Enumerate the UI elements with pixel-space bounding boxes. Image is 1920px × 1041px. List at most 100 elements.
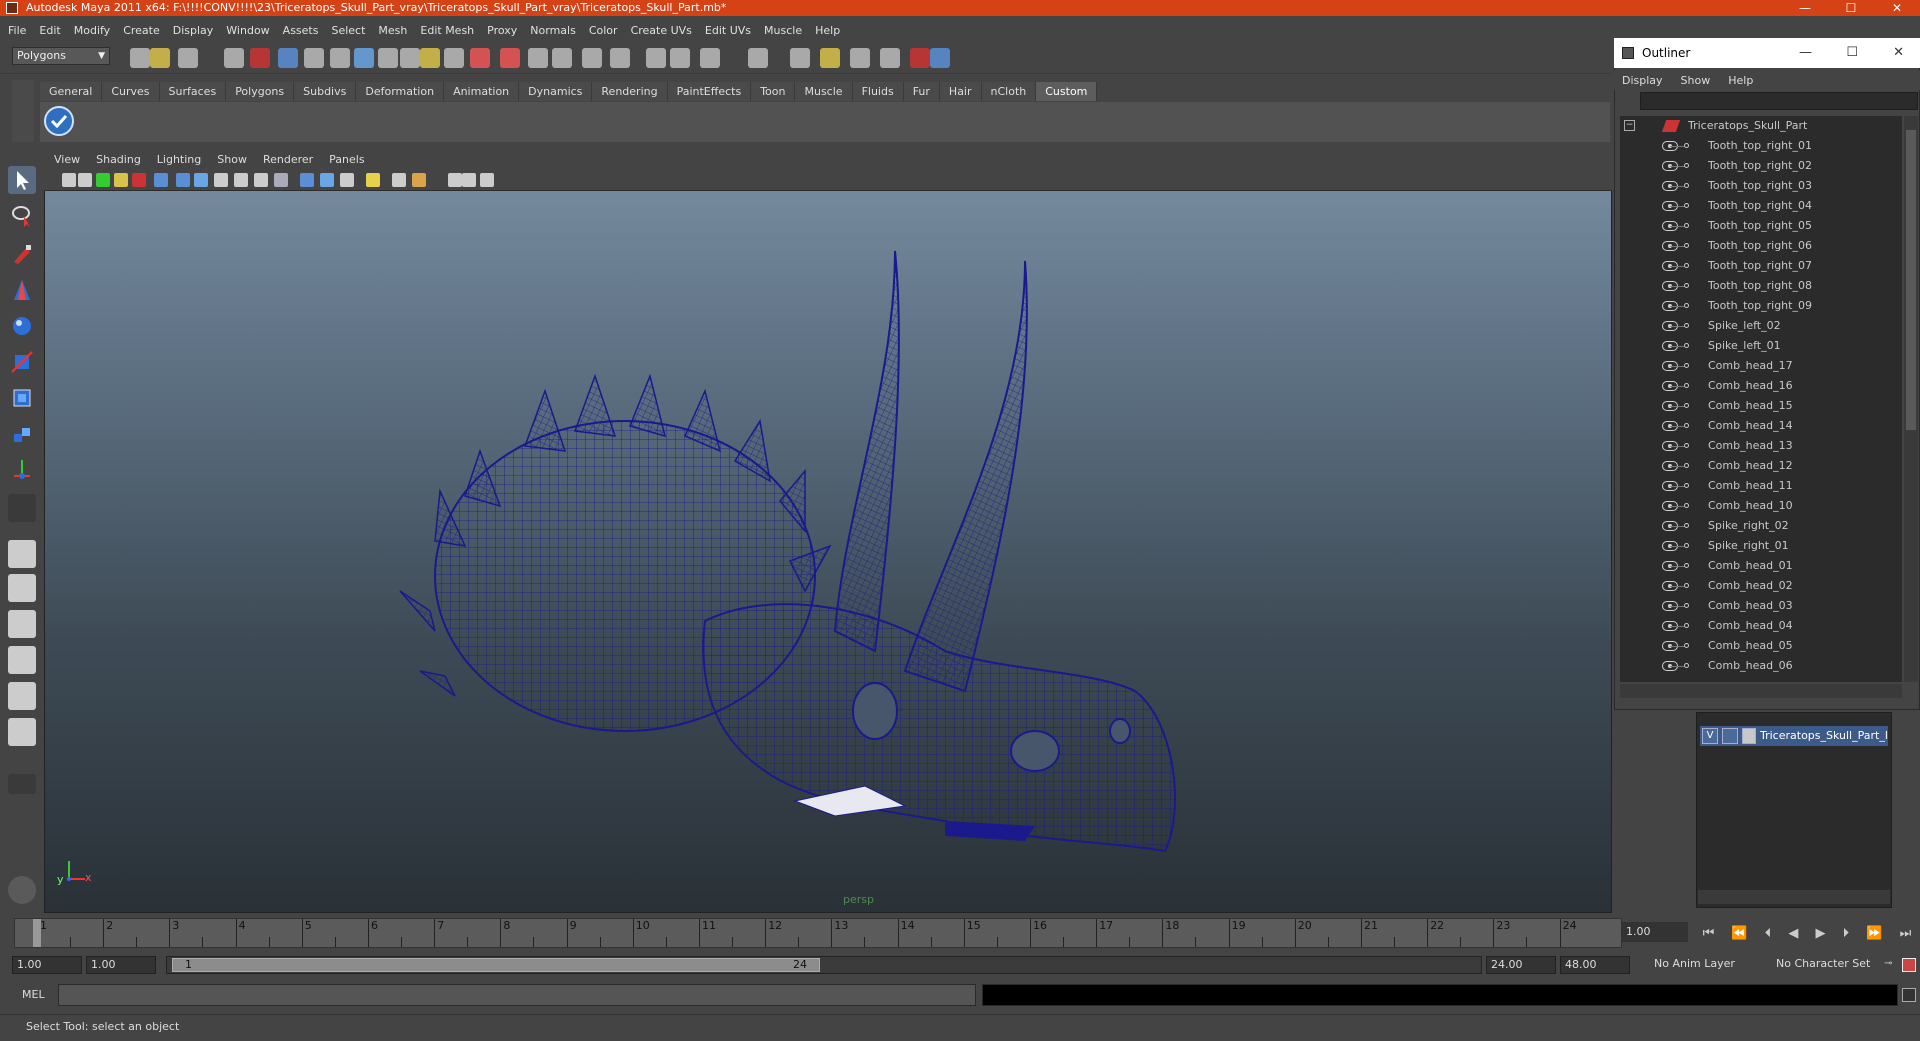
outliner-item[interactable]: Tooth_top_right_07 xyxy=(1620,256,1902,276)
status-line-tool-icon[interactable] xyxy=(250,48,270,68)
tab-ncloth[interactable]: nCloth xyxy=(981,82,1037,101)
panel-tool-icon[interactable] xyxy=(132,173,146,187)
outliner-item[interactable]: Tooth_top_right_05 xyxy=(1620,216,1902,236)
scale-tool-icon[interactable] xyxy=(8,384,36,412)
current-time-marker[interactable] xyxy=(33,919,41,947)
outliner-maximize-button[interactable]: ☐ xyxy=(1846,38,1858,68)
rotate-tool-icon[interactable] xyxy=(8,348,36,376)
anim-layer-dropdown[interactable]: No Anim Layer xyxy=(1650,956,1754,974)
tab-dynamics[interactable]: Dynamics xyxy=(519,82,593,101)
menu-help[interactable]: Help xyxy=(815,24,840,37)
menu-assets[interactable]: Assets xyxy=(283,24,319,37)
step-back-frame-icon[interactable]: ⏴ xyxy=(1765,926,1772,941)
end-time-field[interactable]: 48.00 xyxy=(1560,956,1630,974)
panel-tool-icon[interactable] xyxy=(462,173,476,187)
play-forward-icon[interactable]: ▶ xyxy=(1816,926,1826,941)
soft-mod-tool-icon[interactable] xyxy=(8,456,36,484)
panel-tool-icon[interactable] xyxy=(154,173,168,187)
perspective-viewport[interactable]: persp y x xyxy=(44,150,1612,913)
status-line-tool-icon[interactable] xyxy=(910,48,930,68)
menu-window[interactable]: Window xyxy=(226,24,269,37)
outliner-menu-help[interactable]: Help xyxy=(1728,74,1753,87)
panel-tool-icon[interactable] xyxy=(254,173,268,187)
panel-tool-icon[interactable] xyxy=(340,173,354,187)
outliner-item[interactable]: Comb_head_17 xyxy=(1620,356,1902,376)
status-line-tool-icon[interactable] xyxy=(500,48,520,68)
shelf-grip[interactable] xyxy=(12,80,34,142)
sculpt-tool-icon[interactable] xyxy=(8,276,36,304)
status-line-tool-icon[interactable] xyxy=(820,48,840,68)
outliner-scroll-thumb[interactable] xyxy=(1906,130,1916,430)
menu-edit-mesh[interactable]: Edit Mesh xyxy=(420,24,474,37)
step-forward-frame-icon[interactable]: ⏵ xyxy=(1843,926,1850,941)
menu-display[interactable]: Display xyxy=(173,24,214,37)
outliner-item[interactable]: Tooth_top_right_08 xyxy=(1620,276,1902,296)
menu-edit-uvs[interactable]: Edit UVs xyxy=(705,24,751,37)
panel-menu-view[interactable]: View xyxy=(54,153,80,166)
persp-graph-layout-icon[interactable] xyxy=(8,646,36,674)
step-back-key-icon[interactable]: ⏪ xyxy=(1731,926,1747,941)
outliner-item[interactable]: Spike_right_02 xyxy=(1620,516,1902,536)
status-line-tool-icon[interactable] xyxy=(930,48,950,68)
menu-muscle[interactable]: Muscle xyxy=(764,24,802,37)
panel-menu-renderer[interactable]: Renderer xyxy=(263,153,313,166)
outliner-item[interactable]: Comb_head_04 xyxy=(1620,616,1902,636)
status-line-tool-icon[interactable] xyxy=(278,48,298,68)
panel-tool-icon[interactable] xyxy=(114,173,128,187)
manipulator-tool-icon[interactable] xyxy=(8,420,36,448)
outliner-item[interactable]: Tooth_top_right_03 xyxy=(1620,176,1902,196)
status-line-tool-icon[interactable] xyxy=(130,48,150,68)
four-view-layout-icon[interactable] xyxy=(8,574,36,602)
status-line-tool-icon[interactable] xyxy=(378,48,398,68)
status-line-tool-icon[interactable] xyxy=(330,48,350,68)
panel-menu-show[interactable]: Show xyxy=(217,153,247,166)
tab-polygons[interactable]: Polygons xyxy=(226,82,295,101)
tab-fur[interactable]: Fur xyxy=(903,82,940,101)
play-backward-icon[interactable]: ◀ xyxy=(1788,926,1798,941)
status-line-tool-icon[interactable] xyxy=(582,48,602,68)
outliner-item[interactable]: Spike_left_01 xyxy=(1620,336,1902,356)
status-line-tool-icon[interactable] xyxy=(850,48,870,68)
status-line-tool-icon[interactable] xyxy=(790,48,810,68)
outliner-menu-display[interactable]: Display xyxy=(1622,74,1663,87)
menu-create-uvs[interactable]: Create UVs xyxy=(631,24,692,37)
tab-rendering[interactable]: Rendering xyxy=(592,82,668,101)
status-line-tool-icon[interactable] xyxy=(646,48,666,68)
tab-subdivs[interactable]: Subdivs xyxy=(294,82,357,101)
status-line-tool-icon[interactable] xyxy=(420,48,440,68)
layer-horizontal-scrollbar[interactable] xyxy=(1698,890,1890,904)
panel-tool-icon[interactable] xyxy=(96,173,110,187)
playback-end-field[interactable]: 24.00 xyxy=(1486,956,1556,974)
outliner-menu-show[interactable]: Show xyxy=(1681,74,1711,87)
status-line-tool-icon[interactable] xyxy=(528,48,548,68)
status-line-tool-icon[interactable] xyxy=(552,48,572,68)
tab-muscle[interactable]: Muscle xyxy=(795,82,853,101)
layer-visibility-toggle[interactable]: V xyxy=(1702,728,1718,744)
checkmark-shelf-icon[interactable] xyxy=(44,106,74,136)
panel-menu-shading[interactable]: Shading xyxy=(96,153,141,166)
panel-tool-icon[interactable] xyxy=(412,173,426,187)
panel-tool-icon[interactable] xyxy=(194,173,208,187)
outliner-item[interactable]: Tooth_top_right_02 xyxy=(1620,156,1902,176)
maximize-button[interactable]: ☐ xyxy=(1828,0,1874,16)
status-line-tool-icon[interactable] xyxy=(700,48,720,68)
outliner-item[interactable]: Tooth_top_right_09 xyxy=(1620,296,1902,316)
select-tool-icon[interactable] xyxy=(8,166,36,194)
panel-menu-panels[interactable]: Panels xyxy=(329,153,364,166)
command-input[interactable] xyxy=(58,984,976,1006)
menu-create[interactable]: Create xyxy=(123,24,160,37)
panel-tool-icon[interactable] xyxy=(448,173,462,187)
mel-language-toggle[interactable]: MEL xyxy=(22,988,45,1001)
outliner-item[interactable]: Comb_head_10 xyxy=(1620,496,1902,516)
menu-proxy[interactable]: Proxy xyxy=(487,24,517,37)
menu-edit[interactable]: Edit xyxy=(39,24,60,37)
panel-tool-icon[interactable] xyxy=(392,173,406,187)
tab-fluids[interactable]: Fluids xyxy=(852,82,904,101)
panel-tool-icon[interactable] xyxy=(480,173,494,187)
outliner-item[interactable]: Comb_head_05 xyxy=(1620,636,1902,656)
panel-menu-lighting[interactable]: Lighting xyxy=(157,153,201,166)
display-layer-row[interactable]: V Triceratops_Skull_Part_la xyxy=(1700,726,1888,746)
collapse-icon[interactable]: − xyxy=(1624,120,1635,131)
layer-color-swatch[interactable] xyxy=(1742,728,1756,744)
outliner-item[interactable]: Comb_head_16 xyxy=(1620,376,1902,396)
